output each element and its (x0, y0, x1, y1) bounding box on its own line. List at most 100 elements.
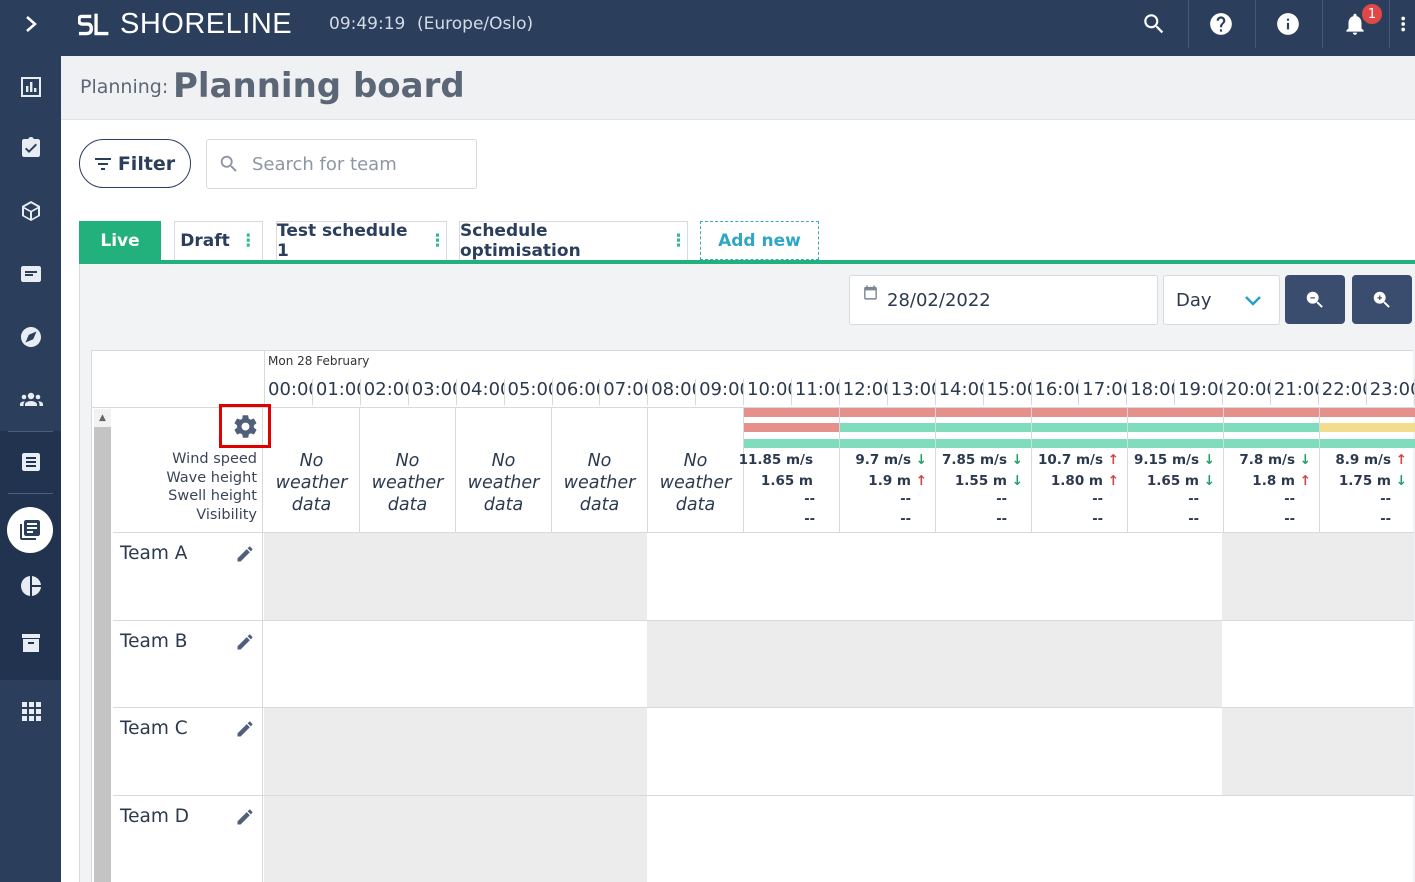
visibility-value: -- (1092, 512, 1103, 527)
filter-icon (94, 157, 111, 170)
info-icon[interactable] (1255, 0, 1321, 48)
compass-icon[interactable] (0, 306, 61, 368)
team-name: Team A (120, 543, 188, 564)
label-wave-height: Wave height (166, 470, 257, 486)
expand-icon[interactable] (0, 0, 61, 48)
weather-cell: 9.7 m/s ↓ 1.9 m ↑ -- -- (840, 408, 936, 532)
no-weather-text: No weather data (371, 450, 444, 515)
hour-label: 06:00 (552, 379, 601, 405)
tab-menu-icon[interactable]: ⋮ (240, 231, 257, 251)
team-row[interactable]: Team B (113, 619, 1414, 708)
hour-label: 18:00 (1127, 379, 1176, 405)
tab-schedule-optimisation[interactable]: Schedule optimisation ⋮ (459, 221, 688, 261)
date-value: 28/02/2022 (887, 289, 991, 311)
hour-label: 15:00 (984, 379, 1032, 405)
tab-label: Test schedule 1 (277, 221, 408, 261)
wind-speed-value: 11.85 m/s (738, 452, 813, 468)
wave-height-value: 1.65 m ↓ (1146, 473, 1215, 489)
no-weather-cell: No weather data (648, 408, 744, 532)
zoom-in-button[interactable] (1352, 275, 1412, 324)
edit-icon[interactable] (235, 544, 255, 564)
reports-pie-icon[interactable] (0, 555, 61, 617)
hour-label: 19:00 (1175, 379, 1224, 405)
hour-label: 13:00 (888, 379, 936, 405)
tab-label: Live (100, 231, 140, 251)
unavailable-block (1222, 533, 1414, 620)
tab-live[interactable]: Live (79, 221, 161, 260)
weather-cell: 7.85 m/s ↓ 1.55 m ↓ -- -- (936, 408, 1032, 532)
tab-menu-icon[interactable]: ⋮ (429, 231, 446, 251)
people-icon[interactable] (0, 369, 61, 431)
zoom-out-button[interactable] (1285, 275, 1345, 324)
packages-icon[interactable] (0, 180, 61, 242)
planning-icon[interactable] (0, 431, 61, 493)
breadcrumb: Planning: (80, 76, 169, 98)
no-weather-cell: No weather data (456, 408, 552, 532)
wave-height-value: 1.80 m ↑ (1050, 473, 1119, 489)
swell-height-value: -- (996, 492, 1007, 507)
zoom-in-icon (1373, 291, 1390, 308)
arrow-up-icon: ↑ (910, 473, 927, 489)
wave-height-value: 1.8 m ↑ (1252, 473, 1311, 489)
app-logo[interactable]: SHORELINE (78, 8, 292, 41)
zoom-out-icon (1306, 291, 1323, 308)
dashboard-icon[interactable] (0, 56, 61, 118)
tab-draft[interactable]: Draft ⋮ (174, 221, 263, 260)
weather-cell: 10.7 m/s ↑ 1.80 m ↑ -- -- (1032, 408, 1128, 532)
team-row[interactable]: Team D (113, 794, 1414, 882)
team-label-cell: Team B (113, 620, 263, 708)
hour-label: 01:00 (313, 379, 361, 405)
visibility-value: -- (1188, 512, 1199, 527)
search-input[interactable] (252, 153, 452, 175)
hour-label: 07:00 (600, 379, 649, 405)
hour-label: 23:00 (1367, 379, 1415, 405)
team-row[interactable]: Team C (113, 707, 1414, 795)
unavailable-block (264, 533, 647, 620)
filter-button[interactable]: Filter (79, 139, 191, 188)
visibility-value: -- (900, 512, 911, 527)
wave-height-value: 1.65 m (760, 473, 813, 489)
tasks-icon[interactable] (0, 117, 61, 179)
view-value: Day (1176, 289, 1212, 311)
date-picker[interactable]: 28/02/2022 (849, 275, 1158, 325)
nav-rail (0, 0, 61, 882)
tab-label: Add new (718, 230, 801, 251)
no-weather-text: No weather data (467, 450, 540, 515)
scroll-up-arrow[interactable]: ▲ (94, 409, 111, 427)
hour-label: 02:00 (361, 379, 409, 405)
edit-icon[interactable] (235, 807, 255, 827)
view-select[interactable]: Day (1163, 275, 1280, 325)
visibility-value: -- (996, 512, 1007, 527)
tab-add-new[interactable]: Add new (700, 221, 819, 260)
edit-icon[interactable] (235, 719, 255, 739)
planning-board-icon[interactable] (7, 507, 53, 553)
team-search[interactable] (206, 139, 477, 189)
no-weather-cell: No weather data (360, 408, 456, 532)
chevron-down-icon (1245, 296, 1261, 306)
team-name: Team C (120, 718, 188, 739)
arrow-down-icon: ↓ (1198, 473, 1215, 489)
tab-label: Schedule optimisation (460, 221, 581, 261)
tab-menu-icon[interactable]: ⋮ (670, 231, 687, 251)
search-icon[interactable] (1121, 0, 1187, 48)
visibility-value: -- (1380, 512, 1391, 527)
swell-height-value: -- (804, 492, 815, 507)
arrow-down-icon: ↓ (1006, 473, 1023, 489)
label-wind-speed: Wind speed (172, 451, 257, 467)
archive-icon[interactable] (0, 612, 61, 674)
hour-label: 05:00 (505, 379, 553, 405)
help-icon[interactable] (1188, 0, 1254, 48)
unavailable-block (264, 708, 647, 795)
documents-icon[interactable] (0, 243, 61, 305)
edit-icon[interactable] (235, 632, 255, 652)
page-title: Planning board (173, 66, 465, 106)
wind-speed-value: 9.15 m/s ↓ (1133, 452, 1215, 468)
weather-labels: Wind speed Wave height Swell height Visi… (113, 404, 271, 532)
vertical-scrollbar[interactable] (94, 409, 111, 882)
tab-test-schedule-1[interactable]: Test schedule 1 ⋮ (276, 221, 447, 261)
more-vert-icon[interactable] (1374, 0, 1414, 48)
team-row[interactable]: Team A (113, 532, 1414, 620)
apps-grid-icon[interactable] (0, 680, 61, 742)
gear-icon (234, 414, 256, 438)
label-visibility: Visibility (196, 507, 257, 523)
